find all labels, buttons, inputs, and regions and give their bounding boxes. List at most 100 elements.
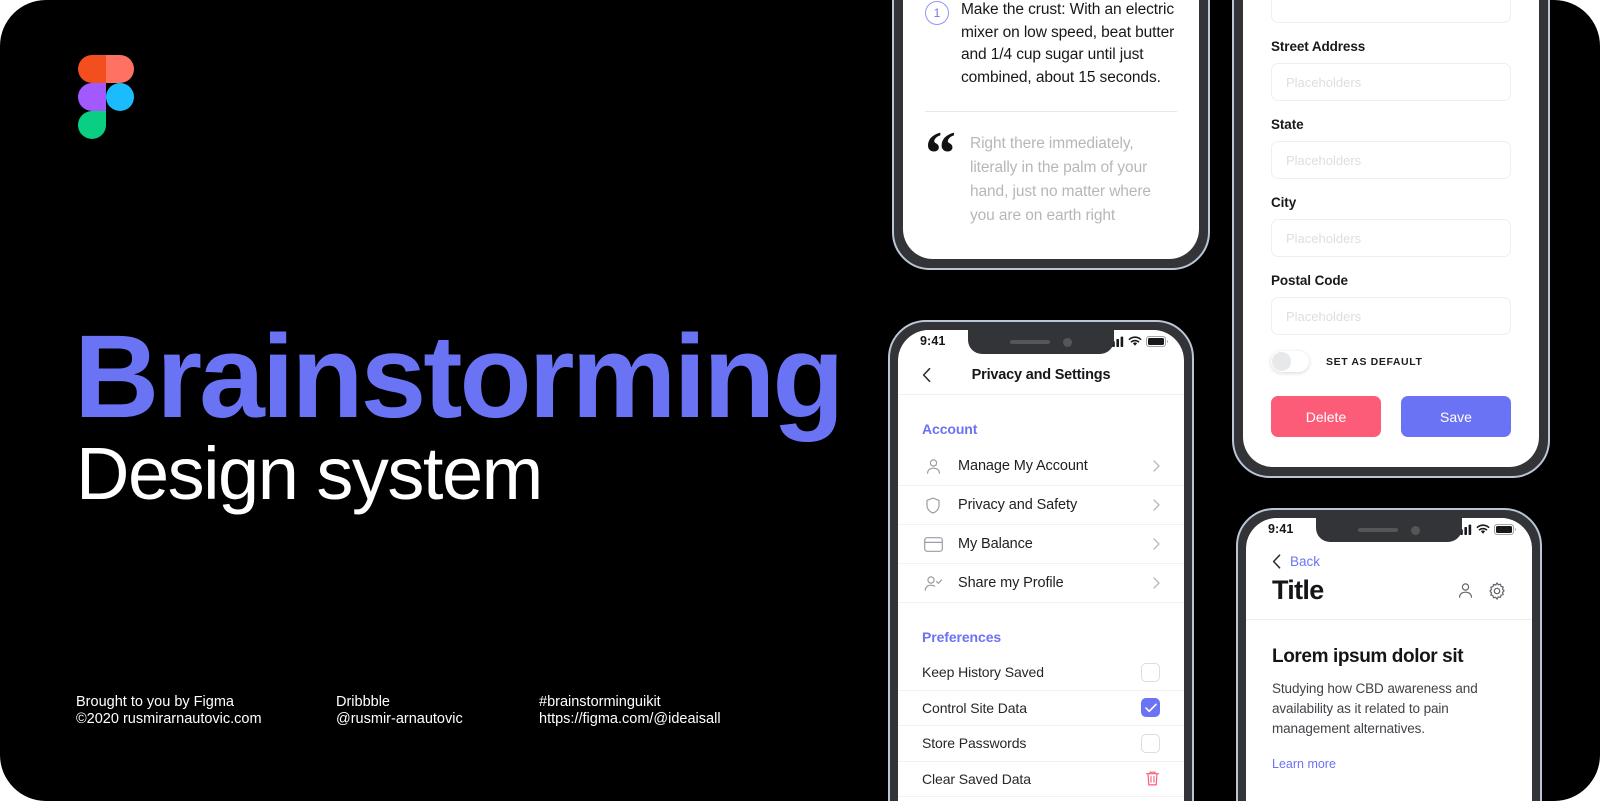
row-label: Store Passwords [922,735,1027,752]
checkbox-control-site-data[interactable] [1141,698,1160,718]
phone-screen-article: 9:41 Back Title Lorem ipsum dolor sit St… [1246,518,1532,801]
back-label: Back [1290,554,1321,569]
wifi-icon [1128,336,1142,346]
phone-screen-recipe: 1 Make the crust: With an electric mixer… [903,0,1199,259]
status-time: 9:41 [920,334,946,348]
page-subtitle: Design system [76,432,543,515]
nav-bar-settings: Privacy and Settings [898,356,1184,395]
credit-line: @rusmir-arnautovic [336,711,463,727]
field-label-city: City [1271,195,1297,210]
delete-button[interactable]: Delete [1271,396,1381,437]
address-form: Street Address Placeholders State Placeh… [1243,0,1539,437]
preference-row-control-site-data[interactable]: Control Site Data [898,691,1184,726]
row-label: Privacy and Safety [958,497,1078,513]
checkbox-keep-history-saved[interactable] [1141,662,1160,682]
section-header-preferences: Preferences [922,629,1002,645]
article-heading: Lorem ipsum dolor sit [1272,646,1464,667]
card-icon [922,536,944,552]
placeholder-text: Placeholders [1286,308,1362,324]
checkbox-store-passwords[interactable] [1141,733,1160,753]
camera-icon [1411,525,1420,535]
phone-screen-address: Street Address Placeholders State Placeh… [1243,0,1539,467]
chevron-right-icon [1153,499,1160,511]
trash-icon[interactable] [1145,770,1160,787]
article-paragraph: Studying how CBD awareness and availabil… [1272,681,1478,736]
back-button[interactable] [922,367,931,383]
phone-notch [1316,518,1462,542]
quote-mark-icon: “ [925,120,956,188]
placeholder-text: Placeholders [1286,230,1362,246]
credit-line: #brainstorminguikit [539,694,661,710]
field-label-state: State [1271,117,1304,132]
preference-row-clear-saved-data[interactable]: Clear Saved Data [898,762,1184,797]
save-button[interactable]: Save [1401,396,1511,437]
back-button[interactable]: Back [1246,544,1532,569]
preference-row-keep-history-saved[interactable]: Keep History Saved [898,655,1184,691]
recipe-content: 1 Make the crust: With an electric mixer… [903,0,1199,228]
set-as-default-toggle[interactable] [1271,351,1309,372]
user-icon [922,458,944,475]
chevron-right-icon [1153,538,1160,550]
battery-icon [1494,524,1516,535]
chevron-left-icon [922,367,931,383]
row-label: Manage My Account [958,458,1088,474]
credits: Brought to you by Figma ©2020 rusmirarna… [76,694,799,728]
status-indicators [1108,336,1168,347]
field-label-postal-code: Postal Code [1271,273,1348,288]
user-check-icon [922,575,944,592]
speaker-icon [1010,340,1050,344]
sidebar-item-manage-my-account[interactable]: Manage My Account [898,447,1184,486]
row-label: Control Site Data [922,699,1027,716]
row-label: Share my Profile [958,575,1064,591]
preference-row-store-passwords[interactable]: Store Passwords [898,726,1184,762]
check-icon [1144,703,1157,712]
city-input[interactable]: Placeholders [1271,219,1511,257]
field-label-street: Street Address [1271,39,1366,54]
row-label: My Balance [958,536,1033,552]
credit-line: ©2020 rusmirarnautovic.com [76,711,262,727]
user-icon[interactable] [1457,582,1474,599]
credit-line: https://figma.com/@ideaisall [539,711,721,727]
credit-column: #brainstorminguikit https://figma.com/@i… [539,694,799,728]
postal-code-input[interactable]: Placeholders [1271,297,1511,335]
status-indicators [1456,524,1516,535]
wifi-icon [1476,524,1490,534]
design-canvas: Brainstorming Design system Brought to y… [0,0,1600,801]
header-actions [1457,581,1506,600]
chevron-right-icon [1153,577,1160,589]
row-label: Clear Saved Data [922,770,1031,787]
field-input-above[interactable] [1271,0,1511,23]
street-address-input[interactable]: Placeholders [1271,63,1511,101]
speaker-icon [1358,528,1398,532]
phone-mockup-settings: 9:41 Privacy and Settings Account Manage… [888,320,1194,801]
placeholder-text: Placeholders [1286,152,1362,168]
credit-column: Dribbble @rusmir-arnautovic [336,694,539,728]
step-number-badge: 1 [925,1,949,25]
set-as-default-row: SET AS DEFAULT [1271,351,1511,372]
set-as-default-label: SET AS DEFAULT [1326,355,1423,368]
sidebar-item-share-my-profile[interactable]: Share my Profile [898,564,1184,603]
phone-notch [968,330,1114,354]
nav-title: Privacy and Settings [971,367,1111,383]
placeholder-text: Placeholders [1286,74,1362,90]
recipe-step-text: Make the crust: With an electric mixer o… [961,1,1175,86]
credit-line: Dribbble [336,694,390,710]
form-actions: Delete Save [1271,396,1511,437]
divider [925,111,1177,112]
status-time: 9:41 [1268,522,1294,536]
phone-screen-settings: 9:41 Privacy and Settings Account Manage… [898,330,1184,801]
gear-icon[interactable] [1488,581,1506,600]
page-title: Brainstorming [74,311,844,443]
article-header: Title [1246,569,1532,620]
sidebar-item-privacy-and-safety[interactable]: Privacy and Safety [898,486,1184,525]
article-title: Title [1272,575,1324,605]
phone-mockup-recipe: 1 Make the crust: With an electric mixer… [892,0,1210,270]
shield-icon [922,497,944,514]
quote-block: “ Right there immediately, literally in … [925,120,1177,228]
state-input[interactable]: Placeholders [1271,141,1511,179]
credit-column: Brought to you by Figma ©2020 rusmirarna… [76,694,336,728]
learn-more-link[interactable]: Learn more [1272,757,1336,771]
chevron-left-icon [1272,554,1281,569]
quote-text: Right there immediately, literally in th… [970,135,1151,224]
sidebar-item-my-balance[interactable]: My Balance [898,525,1184,564]
